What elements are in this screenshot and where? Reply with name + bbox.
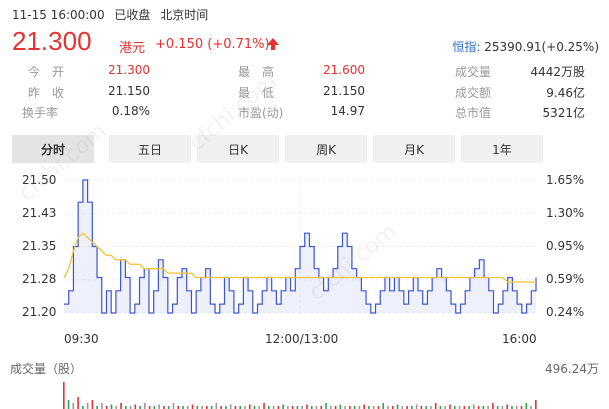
volume-bar <box>382 403 385 409</box>
volume-bar <box>535 400 537 409</box>
volume-bar <box>434 403 437 409</box>
volume-bar <box>449 404 451 409</box>
volume-bar <box>363 404 365 409</box>
volume-bar <box>91 400 94 409</box>
volume-bar <box>172 403 175 409</box>
volume-bar <box>306 404 308 409</box>
volume-max: 496.24万 <box>545 362 599 376</box>
volume-bar <box>282 404 284 409</box>
volume-bar <box>506 404 508 409</box>
volume-bar <box>473 404 475 409</box>
volume-bar <box>492 403 494 409</box>
volume-bar <box>134 404 137 409</box>
volume-bar <box>325 403 327 409</box>
volume-bar <box>415 404 418 409</box>
volume-bar <box>67 400 70 409</box>
volume-bar <box>144 403 146 409</box>
volume-bar <box>101 403 103 409</box>
volume-bar <box>110 404 113 409</box>
volume-bar <box>339 404 342 409</box>
volume-bar <box>396 404 399 409</box>
volume-bar <box>248 404 251 409</box>
volume-bar <box>158 404 160 409</box>
volume-bar <box>215 403 218 409</box>
volume-bar <box>191 404 194 409</box>
volume-bar <box>86 403 89 409</box>
volume-title: 成交量（股） <box>10 362 83 376</box>
volume-bar <box>72 403 75 409</box>
volume-bar <box>263 403 265 409</box>
volume-bar <box>77 397 79 409</box>
volume-bar <box>63 382 65 409</box>
volume-bar <box>525 403 528 409</box>
volume-bar <box>120 403 122 409</box>
intraday-chart[interactable] <box>0 0 609 409</box>
volume-bar <box>229 404 232 409</box>
